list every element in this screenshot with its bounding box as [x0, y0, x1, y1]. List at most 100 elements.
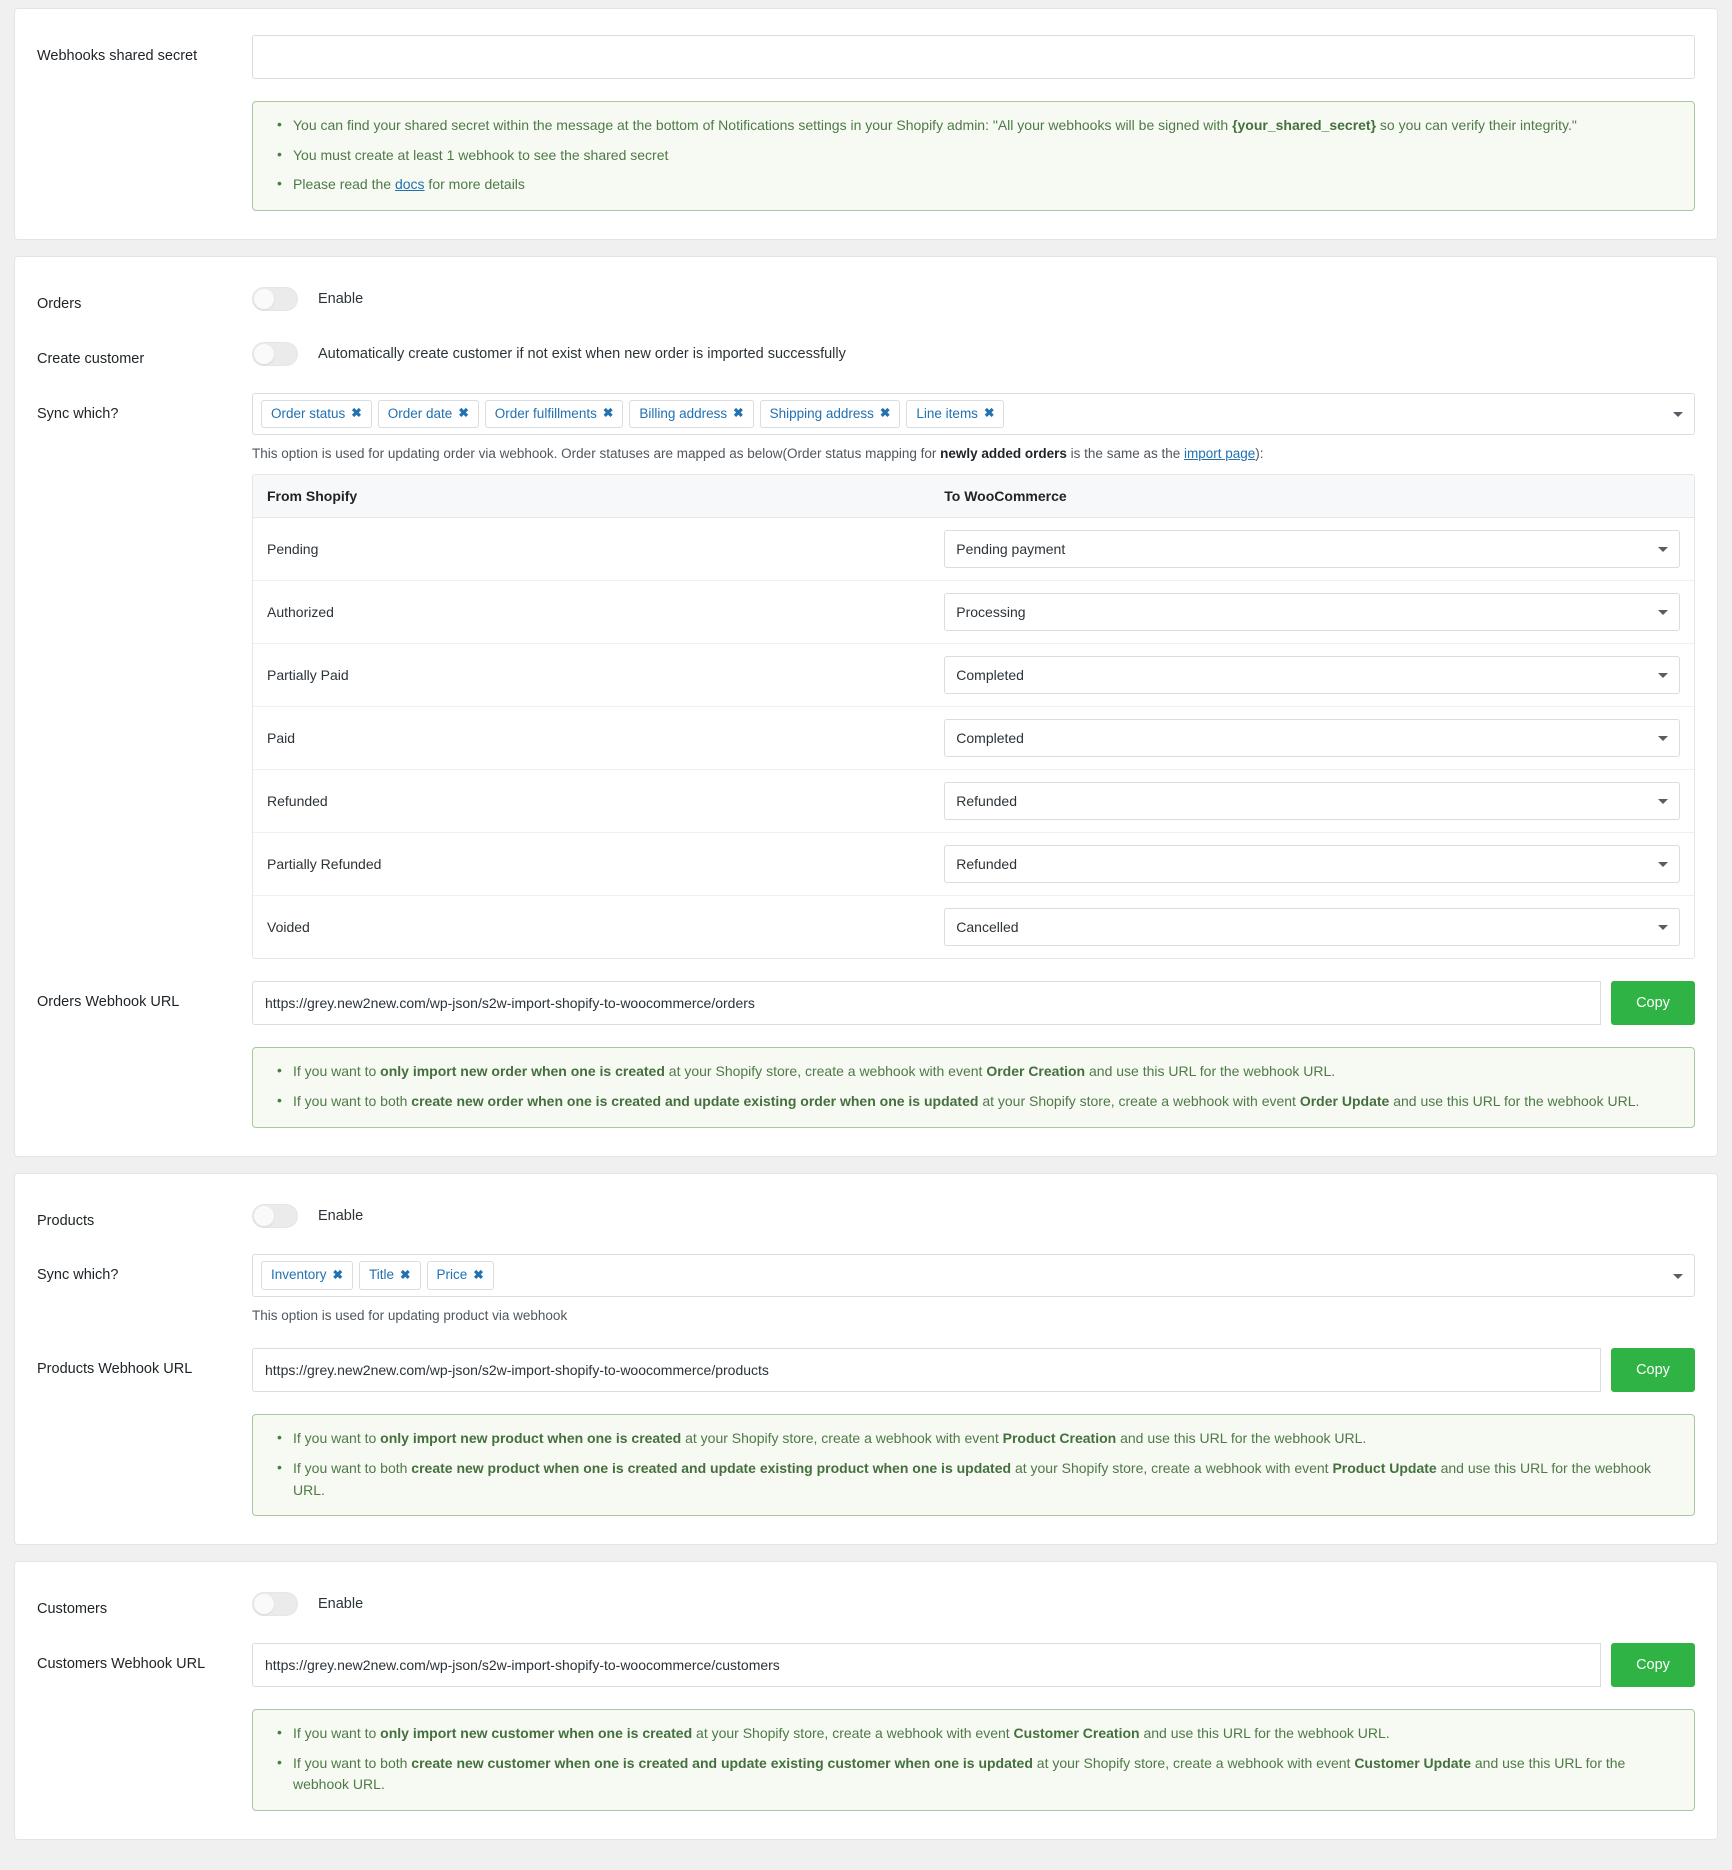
products-enable-row: Products Enable [15, 1200, 1717, 1233]
shopify-status-cell: Partially Paid [253, 644, 931, 708]
orders-sync-label: Sync which? [37, 405, 119, 422]
chevron-down-icon[interactable] [1658, 547, 1668, 553]
chip-remove-icon[interactable]: ✖ [473, 1269, 483, 1282]
chip-remove-icon[interactable]: ✖ [333, 1269, 343, 1282]
chip-remove-icon[interactable]: ✖ [400, 1269, 410, 1282]
customers-webhook-url-input[interactable] [252, 1643, 1601, 1687]
chip-remove-icon[interactable]: ✖ [733, 407, 743, 420]
orders-enable-toggle[interactable] [252, 287, 298, 312]
select-value: Processing [956, 604, 1026, 621]
chevron-down-icon[interactable] [1658, 862, 1668, 868]
table-row: Partially Refunded Refunded [253, 833, 1694, 897]
shopify-status-cell: Authorized [253, 581, 931, 645]
chip-remove-icon[interactable]: ✖ [984, 407, 994, 420]
sync-chip-label: Billing address [639, 405, 728, 421]
chevron-down-icon[interactable] [1658, 673, 1668, 679]
customers-notice-row: If you want to only import new customer … [15, 1709, 1717, 1812]
orders-enable-label: Orders [37, 296, 82, 313]
sync-chip[interactable]: Price ✖ [426, 1261, 494, 1290]
orders-card: Orders Enable Create customer Automatica… [14, 256, 1718, 1157]
woocommerce-status-select[interactable]: Pending payment [944, 530, 1680, 569]
products-enable-toggle[interactable] [252, 1203, 298, 1228]
customers-notice: If you want to only import new customer … [252, 1709, 1695, 1812]
orders-sync-row: Sync which? Order status ✖ Order date ✖ Orde… [15, 392, 1717, 960]
select-value: Refunded [956, 856, 1017, 873]
table-row: Authorized Processing [253, 581, 1694, 645]
chip-remove-icon[interactable]: ✖ [880, 407, 890, 420]
table-header-row: From Shopify To WooCommerce [253, 475, 1694, 519]
woocommerce-status-select[interactable]: Completed [944, 719, 1680, 758]
chevron-down-icon[interactable] [1673, 1273, 1683, 1279]
chevron-down-icon[interactable] [1673, 411, 1683, 417]
products-copy-button[interactable]: Copy [1611, 1348, 1695, 1393]
orders-sync-helper: This option is used for updating order v… [252, 446, 1264, 462]
orders-webhook-url-input[interactable] [252, 981, 1601, 1026]
shared-secret-input[interactable] [252, 35, 1695, 79]
chip-remove-icon[interactable]: ✖ [351, 407, 361, 420]
order-status-mapping-table: From Shopify To WooCommerce Pending Pendi… [252, 474, 1695, 960]
shopify-status-cell: Pending [253, 518, 931, 582]
select-value: Completed [956, 667, 1024, 684]
orders-copy-button[interactable]: Copy [1611, 981, 1695, 1026]
table-row: Voided Cancelled [253, 896, 1694, 958]
sync-chip[interactable]: Billing address ✖ [629, 399, 754, 429]
notice-item: You can find your shared secret within t… [277, 114, 1676, 137]
products-enable-label: Products [37, 1212, 95, 1229]
create-customer-label: Create customer [37, 350, 145, 367]
sync-chip-label: Order date [387, 405, 453, 421]
chip-remove-icon[interactable]: ✖ [458, 407, 468, 420]
woocommerce-status-select[interactable]: Cancelled [944, 908, 1680, 947]
sync-chip[interactable]: Title ✖ [359, 1261, 421, 1290]
sync-chip[interactable]: Line items ✖ [906, 399, 1005, 429]
docs-link[interactable]: docs [395, 176, 425, 192]
customers-enable-label: Customers [37, 1601, 108, 1618]
woocommerce-status-select[interactable]: Refunded [944, 845, 1680, 884]
table-row: Paid Completed [253, 707, 1694, 771]
customers-enable-text: Enable [318, 1596, 364, 1613]
chip-remove-icon[interactable]: ✖ [603, 407, 613, 420]
customers-enable-toggle[interactable] [252, 1592, 298, 1617]
orders-url-row: Orders Webhook URL Copy [15, 981, 1717, 1026]
customers-copy-button[interactable]: Copy [1611, 1643, 1695, 1687]
woocommerce-status-cell: Pending payment [930, 518, 1694, 582]
sync-chip[interactable]: Order status ✖ [261, 399, 372, 429]
shared-secret-label: Webhooks shared secret [37, 48, 198, 64]
chevron-down-icon[interactable] [1658, 799, 1668, 805]
import-page-link[interactable]: import page [1184, 446, 1255, 461]
notice-item: If you want to only import new product w… [277, 1427, 1676, 1450]
products-sync-row: Sync which? Inventory ✖ Title ✖ Price ✖ This … [15, 1254, 1717, 1326]
select-value: Pending payment [956, 541, 1066, 558]
sync-chip-label: Line items [916, 405, 978, 421]
orders-enable-row: Orders Enable [15, 283, 1717, 316]
products-notice: If you want to only import new product w… [252, 1414, 1695, 1517]
woocommerce-status-select[interactable]: Processing [944, 593, 1680, 632]
woocommerce-status-select[interactable]: Refunded [944, 782, 1680, 821]
table-row: Partially Paid Completed [253, 644, 1694, 708]
notice-item: If you want to both create new customer … [277, 1752, 1676, 1796]
notice-item: If you want to only import new customer … [277, 1722, 1676, 1745]
notice-item: Please read the docs for more details [277, 173, 1676, 196]
products-notice-row: If you want to only import new product w… [15, 1414, 1717, 1517]
orders-sync-multiselect[interactable]: Order status ✖ Order date ✖ Order fulfillmen… [252, 392, 1695, 436]
woocommerce-status-cell: Refunded [930, 833, 1694, 897]
woocommerce-status-cell: Completed [930, 707, 1694, 771]
products-url-row: Products Webhook URL Copy [15, 1348, 1717, 1393]
select-value: Refunded [956, 793, 1017, 810]
chevron-down-icon[interactable] [1658, 736, 1668, 742]
sync-chip[interactable]: Shipping address ✖ [759, 399, 901, 429]
products-webhook-url-input[interactable] [252, 1348, 1601, 1393]
sync-chip[interactable]: Inventory ✖ [261, 1261, 354, 1290]
sync-chip[interactable]: Order fulfillments ✖ [484, 399, 624, 429]
chevron-down-icon[interactable] [1658, 610, 1668, 616]
products-url-label: Products Webhook URL [37, 1361, 193, 1378]
orders-enable-text: Enable [318, 291, 364, 308]
chevron-down-icon[interactable] [1658, 925, 1668, 931]
create-customer-toggle[interactable] [252, 341, 298, 366]
sync-chip[interactable]: Order date ✖ [377, 399, 479, 429]
woocommerce-status-select[interactable]: Completed [944, 656, 1680, 695]
sync-chip-label: Shipping address [769, 405, 874, 421]
orders-notice-row: If you want to only import new order whe… [15, 1047, 1717, 1128]
shopify-status-cell: Refunded [253, 770, 931, 834]
products-sync-multiselect[interactable]: Inventory ✖ Title ✖ Price ✖ [252, 1254, 1695, 1297]
orders-notice: If you want to only import new order whe… [252, 1047, 1695, 1128]
